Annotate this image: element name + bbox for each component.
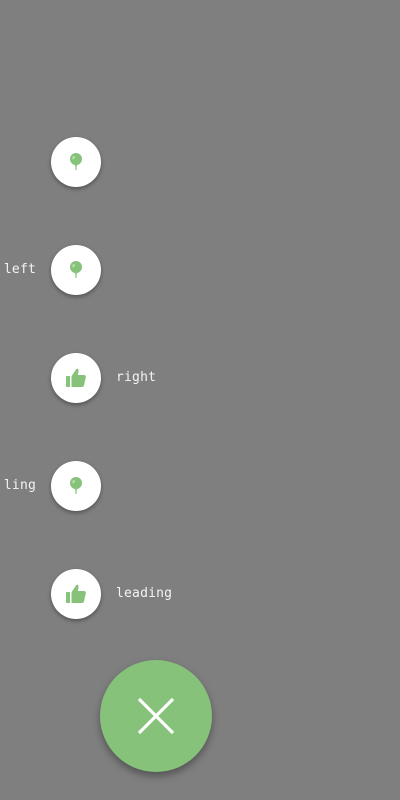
- close-icon: [136, 696, 176, 736]
- speed-dial-action-2[interactable]: [51, 245, 101, 295]
- speed-dial-label-left: left: [3, 262, 36, 277]
- thumb-up-icon: [64, 366, 88, 390]
- speed-dial-label-leading: leading: [116, 586, 173, 601]
- balloon-icon: [64, 150, 88, 174]
- speed-dial-label-ling: ling: [3, 478, 36, 493]
- speed-dial-action-4[interactable]: [51, 461, 101, 511]
- speed-dial-action-5[interactable]: [51, 569, 101, 619]
- speed-dial-action-1[interactable]: [51, 137, 101, 187]
- balloon-icon: [64, 474, 88, 498]
- balloon-icon: [64, 258, 88, 282]
- speed-dial-label-right: right: [116, 370, 157, 385]
- speed-dial-action-3[interactable]: [51, 353, 101, 403]
- thumb-up-icon: [64, 582, 88, 606]
- speed-dial-close-button[interactable]: [100, 660, 212, 772]
